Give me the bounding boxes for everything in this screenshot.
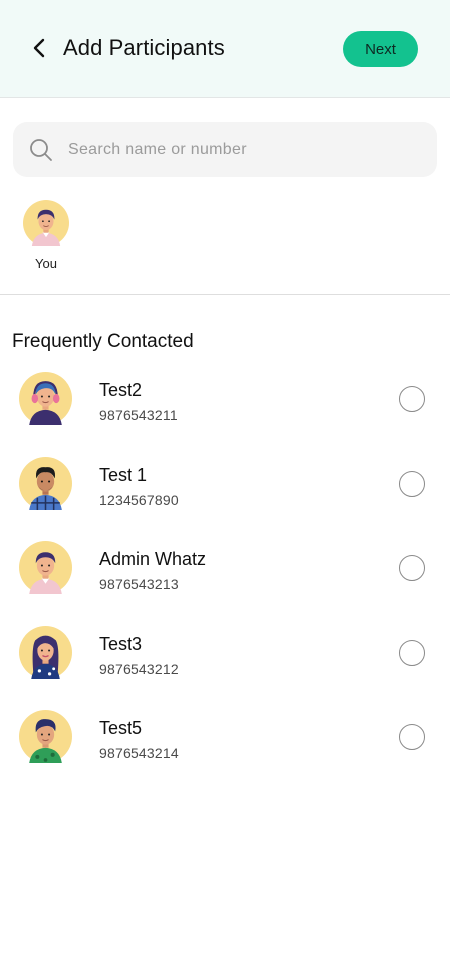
contact-name: Test5	[99, 718, 143, 738]
avatar-man-pink-shirt-icon	[23, 200, 69, 246]
chevron-left-icon	[33, 38, 45, 58]
select-radio[interactable]	[399, 470, 425, 497]
back-button[interactable]	[26, 34, 54, 62]
contact-row[interactable]: Test3 9876543212	[0, 625, 450, 711]
section-title: Frequently Contacted	[12, 331, 194, 352]
avatar	[19, 710, 72, 763]
selected-participant-label: You	[35, 256, 57, 271]
contact-phone: 9876543213	[99, 576, 179, 592]
contact-list: Test2 9876543211 Test 1 1234567890 Admin…	[0, 372, 450, 795]
contact-phone: 9876543212	[99, 660, 179, 677]
avatar-woman-long-hair-icon	[19, 625, 72, 679]
avatar-man-plaid-shirt-icon	[19, 456, 72, 510]
page-title: Add Participants	[63, 35, 225, 60]
next-button[interactable]: Next	[343, 31, 418, 67]
contact-row[interactable]: Test5 9876543214	[0, 710, 450, 795]
search-bar	[13, 122, 437, 177]
avatar	[19, 456, 72, 510]
select-radio[interactable]	[399, 639, 425, 666]
contact-name: Admin Whatz	[99, 549, 207, 569]
select-radio[interactable]	[399, 386, 425, 412]
selected-participant[interactable]: You	[21, 200, 71, 271]
contact-row[interactable]: Test 1 1234567890	[0, 456, 450, 542]
contact-row[interactable]: Admin Whatz 9876543213	[0, 541, 450, 626]
avatar	[19, 372, 72, 425]
select-radio[interactable]	[399, 724, 425, 750]
divider	[0, 294, 450, 295]
contact-phone: 9876543211	[99, 407, 178, 423]
contact-name: Test 1	[99, 464, 148, 485]
contact-phone: 1234567890	[99, 491, 179, 508]
contact-name: Test2	[99, 380, 143, 400]
avatar-man-green-shirt-icon	[19, 710, 72, 763]
search-input[interactable]	[68, 122, 423, 177]
select-radio[interactable]	[399, 555, 425, 581]
contact-row[interactable]: Test2 9876543211	[0, 372, 450, 457]
avatar	[23, 200, 69, 246]
avatar-man-headphones-icon	[19, 372, 72, 425]
search-icon	[30, 139, 52, 161]
avatar	[19, 625, 72, 679]
app-header: Add Participants Next	[0, 0, 450, 98]
contact-phone: 9876543214	[99, 745, 179, 761]
avatar	[19, 541, 72, 594]
avatar-man-pink-shirt-icon	[19, 541, 72, 594]
contact-name: Test3	[99, 633, 143, 654]
